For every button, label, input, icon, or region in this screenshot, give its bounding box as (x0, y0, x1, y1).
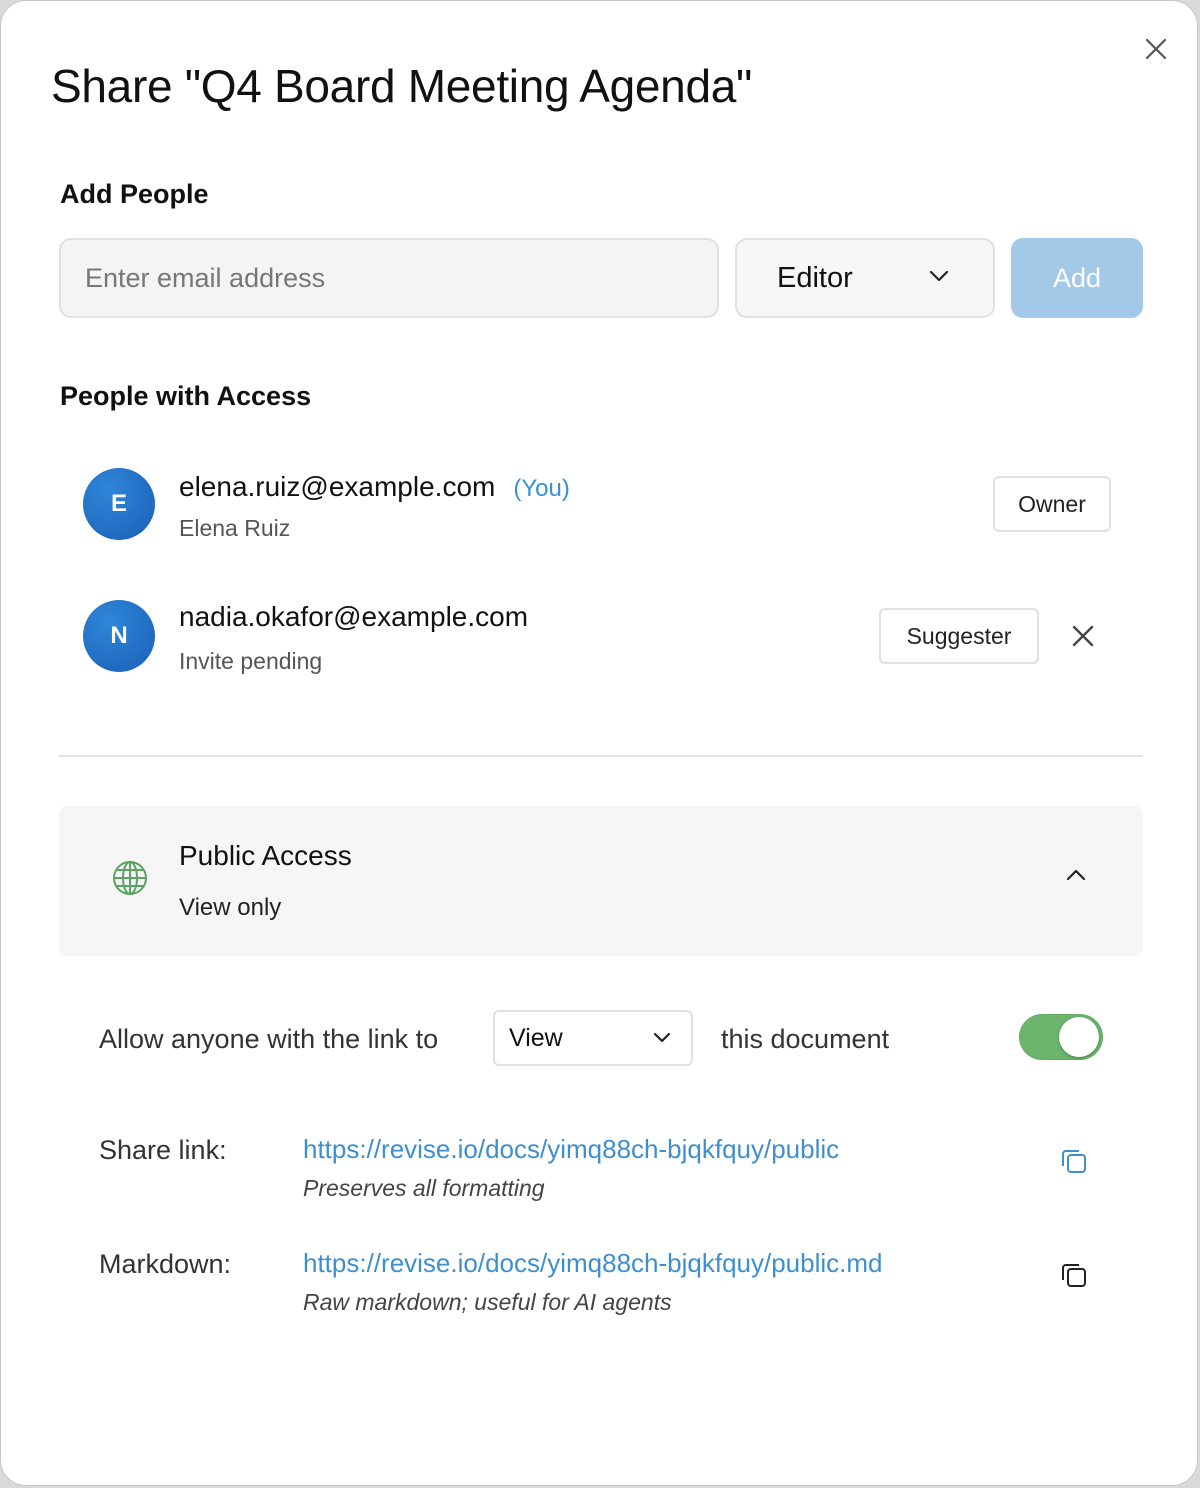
person-name: Elena Ruiz (179, 515, 291, 541)
copy-share-link-button[interactable] (1059, 1146, 1089, 1176)
role-dropdown[interactable]: Editor (735, 238, 995, 318)
share-link-description: Preserves all formatting (303, 1175, 545, 1201)
markdown-link-url[interactable]: https://revise.io/docs/yimq88ch-bjqkfquy… (303, 1248, 883, 1279)
copy-markdown-link-button[interactable] (1059, 1260, 1089, 1290)
avatar: E (83, 468, 155, 540)
section-divider (59, 755, 1143, 757)
share-link-label: Share link: (99, 1135, 227, 1165)
chevron-up-icon (1066, 869, 1086, 881)
copy-icon (1062, 1264, 1086, 1287)
link-permission-prefix: Allow anyone with the link to (99, 1024, 439, 1054)
public-access-title: Public Access (179, 840, 352, 871)
avatar: N (83, 600, 155, 672)
suggester-role-dropdown[interactable]: Suggester (879, 608, 1039, 664)
invite-status: Invite pending (179, 648, 323, 674)
share-dialog: Share "Q4 Board Meeting Agenda" Add Peop… (0, 0, 1198, 1486)
role-dropdown-value: Editor (777, 261, 853, 294)
people-with-access-heading: People with Access (60, 381, 312, 411)
add-people-heading: Add People (60, 179, 209, 209)
close-icon (1145, 38, 1167, 60)
link-permission-suffix: this document (721, 1024, 890, 1054)
share-link-url[interactable]: https://revise.io/docs/yimq88ch-bjqkfquy… (303, 1134, 839, 1165)
chevron-down-icon (653, 1032, 671, 1043)
close-icon (1072, 625, 1094, 647)
globe-icon (113, 861, 147, 895)
remove-person-button[interactable] (1069, 622, 1097, 650)
add-button[interactable]: Add (1011, 238, 1143, 318)
toggle-knob (1059, 1017, 1099, 1057)
dialog-title: Share "Q4 Board Meeting Agenda" (51, 60, 753, 112)
chevron-down-icon (929, 270, 949, 282)
markdown-link-description: Raw markdown; useful for AI agents (303, 1289, 672, 1315)
markdown-link-label: Markdown: (99, 1249, 232, 1279)
you-tag: (You) (513, 475, 570, 502)
public-access-toggle[interactable] (1019, 1014, 1103, 1060)
person-email: elena.ruiz@example.com (You) (179, 471, 570, 503)
link-permission-dropdown[interactable]: View (493, 1010, 693, 1066)
copy-icon (1062, 1150, 1086, 1173)
link-permission-value: View (509, 1023, 563, 1052)
close-dialog-button[interactable] (1141, 34, 1171, 64)
person-email: nadia.okafor@example.com (179, 601, 529, 632)
person-email-text: elena.ruiz@example.com (179, 471, 496, 502)
email-input[interactable] (59, 238, 719, 318)
owner-role-badge: Owner (993, 476, 1111, 532)
public-access-subtitle: View only (179, 894, 282, 921)
public-access-panel[interactable]: Public Access View only (59, 806, 1143, 956)
